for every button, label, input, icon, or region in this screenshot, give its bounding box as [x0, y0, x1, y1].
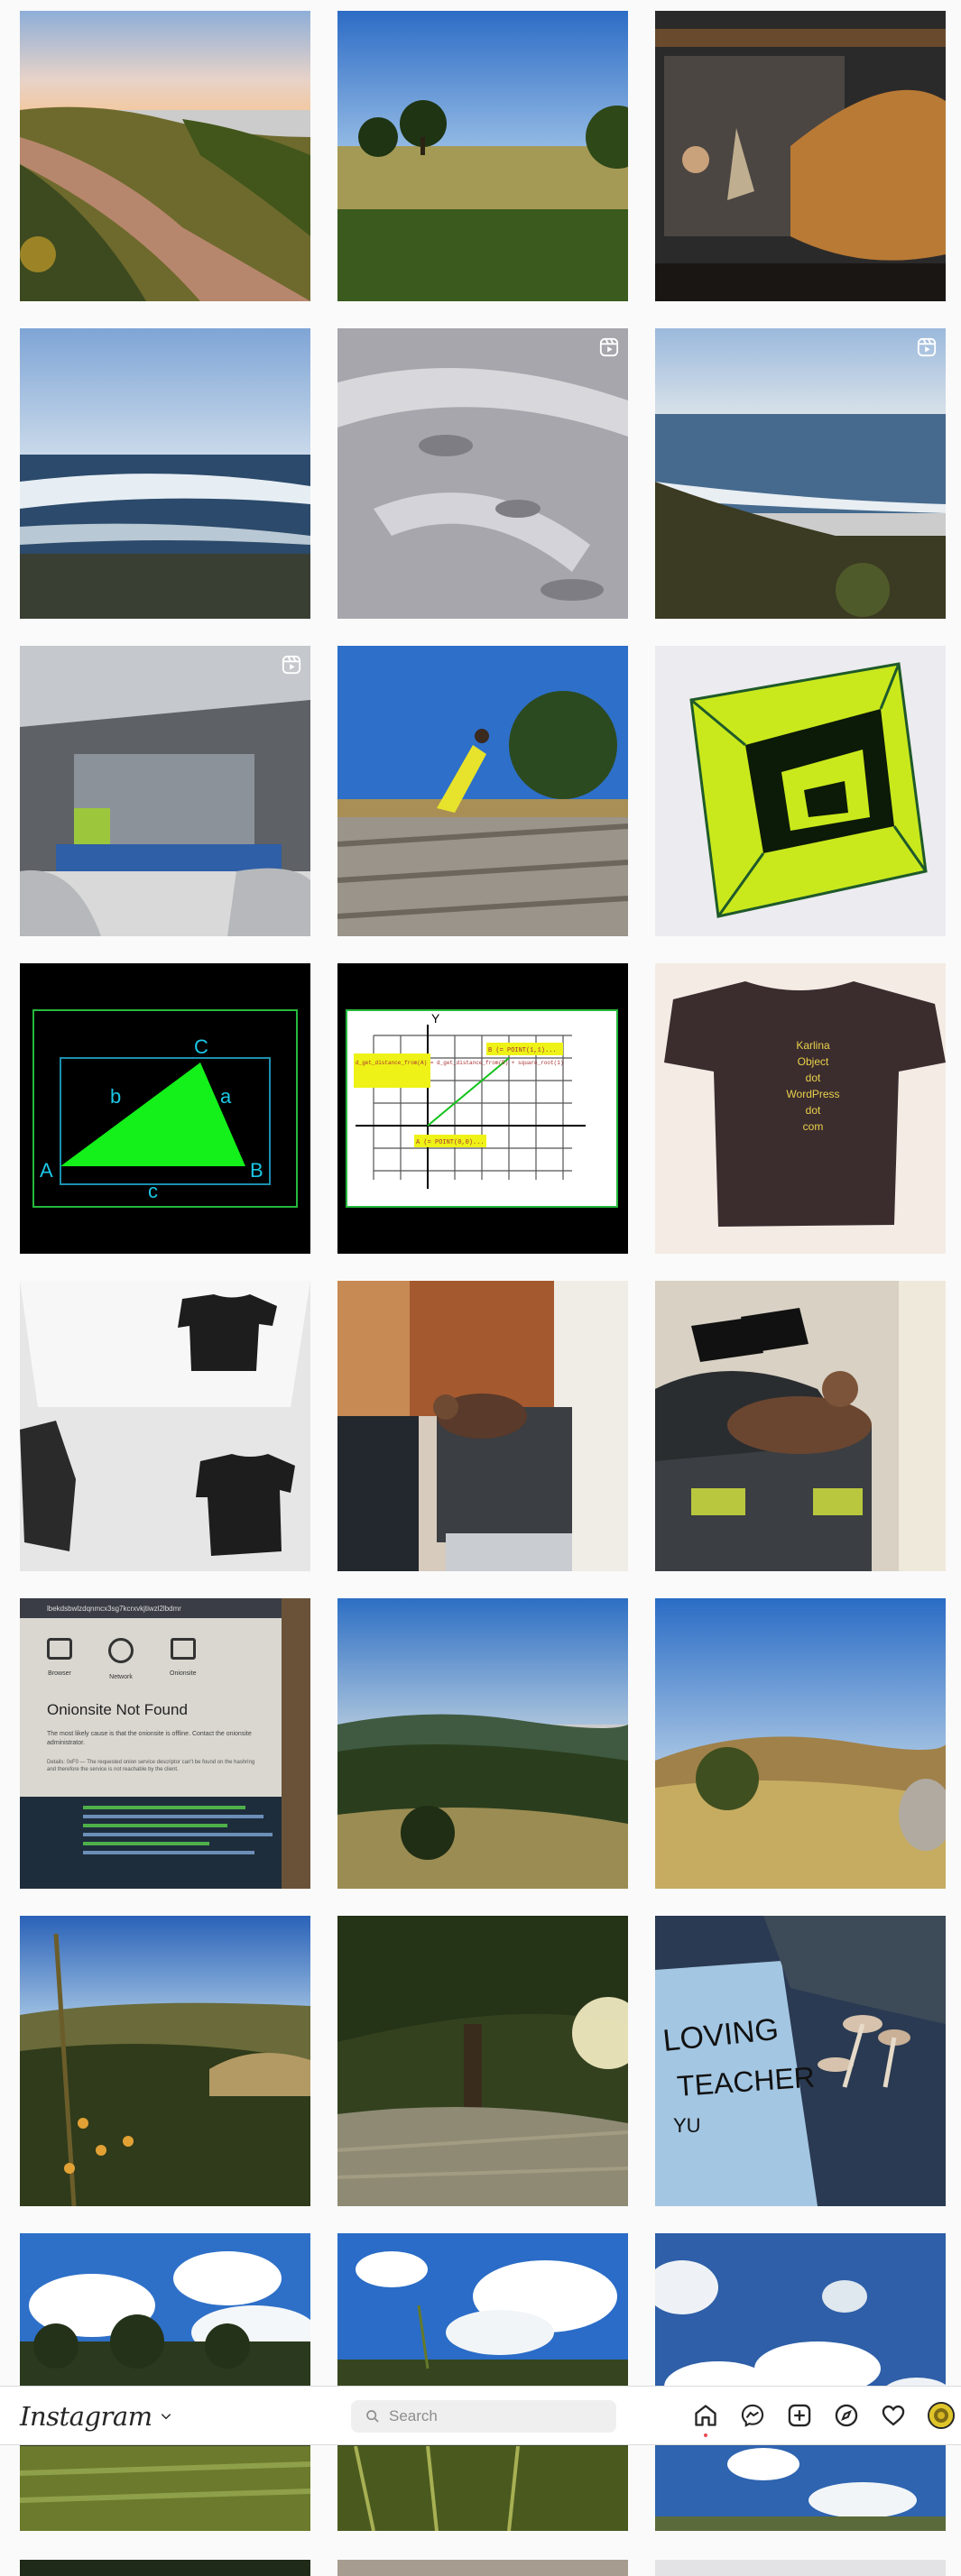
tshirt-line: WordPress: [786, 1088, 839, 1100]
grid-row: [20, 646, 949, 936]
reel-icon: [599, 337, 619, 357]
top-navbar: Instagram: [0, 2386, 961, 2445]
laptop-screen: lbekdsbwlzdqnmcx3sg7kcrxvkjtiwzl2lbdmr B…: [20, 1598, 310, 1889]
grid-row: [20, 2446, 949, 2531]
notification-dot: [704, 2433, 707, 2437]
terminal: [20, 1797, 310, 1889]
grid-row: [20, 11, 949, 301]
post-tile[interactable]: lbekdsbwlzdqnmcx3sg7kcrxvkjtiwzl2lbdmr B…: [20, 1598, 310, 1889]
post-tile[interactable]: [655, 328, 946, 619]
tshirt-line: com: [803, 1120, 824, 1133]
post-grid-lower: [20, 2446, 949, 2558]
reel-icon: [917, 337, 937, 357]
tshirt-line: Object: [798, 1055, 829, 1068]
post-tile[interactable]: [20, 1916, 310, 2206]
post-tile[interactable]: [337, 646, 628, 936]
logo-text: Instagram: [20, 2401, 152, 2432]
graph-box2: B (= POINT(1,1)...: [488, 1047, 557, 1054]
triangle-label-C: C: [194, 1035, 208, 1058]
grid-row: LOVING TEACHER YU: [20, 1916, 949, 2206]
triangle-label-c: c: [148, 1180, 158, 1202]
post-tile[interactable]: [337, 1281, 628, 1571]
network-icon: [108, 1638, 134, 1663]
post-tile[interactable]: d_get_distance_from(A) = d_get_distance_…: [337, 963, 628, 1254]
laptop-icon-label: Onionsite: [170, 1670, 197, 1677]
post-tile[interactable]: [20, 2446, 310, 2531]
post-tile[interactable]: Karlina Object dot WordPress dot com: [655, 963, 946, 1254]
search-input[interactable]: [389, 2407, 596, 2425]
post-tile[interactable]: [337, 1598, 628, 1889]
note-photo: LOVING TEACHER YU: [655, 1916, 946, 2206]
search-box[interactable]: [351, 2400, 616, 2433]
reel-icon: [282, 655, 301, 675]
post-tile[interactable]: [20, 1281, 310, 1571]
post-tile[interactable]: [20, 646, 310, 936]
triangle-label-b: b: [110, 1085, 121, 1108]
post-tile[interactable]: [337, 328, 628, 619]
post-tile[interactable]: [20, 2560, 310, 2576]
nav-icons: [693, 2402, 955, 2437]
laptop-url: lbekdsbwlzdqnmcx3sg7kcrxvkjtiwzl2lbdmr: [47, 1604, 181, 1613]
grid-row: A B C a b c d_get_distance_from(A) = d_g…: [20, 963, 949, 1254]
profile-avatar[interactable]: [928, 2402, 955, 2429]
post-tile[interactable]: A B C a b c: [20, 963, 310, 1254]
triangle-label-a: a: [220, 1085, 232, 1108]
tshirt-line: Karlina: [796, 1039, 830, 1052]
triangle-label-B: B: [250, 1159, 263, 1182]
post-tile[interactable]: [655, 1281, 946, 1571]
post-grid: A B C a b c d_get_distance_from(A) = d_g…: [20, 11, 949, 2551]
chevron-down-icon[interactable]: [160, 2410, 172, 2423]
post-tile[interactable]: [337, 2446, 628, 2531]
graph-box1: d_get_distance_from(A) = d_get_distance_…: [356, 1060, 563, 1066]
post-tile[interactable]: [655, 646, 946, 936]
home-icon[interactable]: [693, 2403, 718, 2437]
laptop-title: Onionsite Not Found: [47, 1701, 188, 1718]
post-tile[interactable]: [337, 11, 628, 301]
messenger-icon[interactable]: [740, 2403, 765, 2428]
distance-graph: d_get_distance_from(A) = d_get_distance_…: [337, 963, 628, 1254]
explore-icon[interactable]: [834, 2403, 859, 2428]
instagram-logo[interactable]: Instagram: [20, 2401, 172, 2432]
onionsite-icon: [170, 1638, 196, 1660]
grid-row: [20, 1281, 949, 1571]
laptop-icon-label: Browser: [48, 1670, 71, 1677]
graph-axis-x: X: [593, 1118, 602, 1133]
post-tile[interactable]: [655, 1598, 946, 1889]
post-tile[interactable]: [655, 2446, 946, 2531]
post-tile[interactable]: LOVING TEACHER YU: [655, 1916, 946, 2206]
tshirt-photo: Karlina Object dot WordPress dot com: [655, 963, 946, 1254]
triangle-diagram: A B C a b c: [20, 963, 310, 1254]
graph-axis-y: Y: [431, 1011, 440, 1026]
post-tile[interactable]: [337, 2560, 628, 2576]
grid-row: [20, 328, 949, 619]
post-tile[interactable]: [337, 1916, 628, 2206]
triangle-label-A: A: [40, 1159, 53, 1182]
browser-icon: [47, 1638, 72, 1660]
new-post-icon[interactable]: [787, 2403, 812, 2428]
laptop-body: The most likely cause is that the onions…: [47, 1731, 252, 1746]
tshirt-line: dot: [806, 1072, 821, 1084]
tshirt-line: dot: [806, 1104, 821, 1117]
graph-box3: A (= POINT(0,0)...: [416, 1139, 485, 1146]
post-tile[interactable]: [655, 2560, 946, 2576]
post-tile[interactable]: [20, 328, 310, 619]
note-line: YU: [673, 2114, 701, 2137]
post-tile[interactable]: [20, 11, 310, 301]
activity-heart-icon[interactable]: [881, 2403, 906, 2428]
post-tile[interactable]: [655, 11, 946, 301]
search-icon: [366, 2410, 379, 2423]
laptop-icon-label: Network: [109, 1674, 133, 1680]
grid-row: lbekdsbwlzdqnmcx3sg7kcrxvkjtiwzl2lbdmr B…: [20, 1598, 949, 1889]
laptop-detail: Details: 0xF0 — The requested onion serv…: [47, 1759, 255, 1772]
